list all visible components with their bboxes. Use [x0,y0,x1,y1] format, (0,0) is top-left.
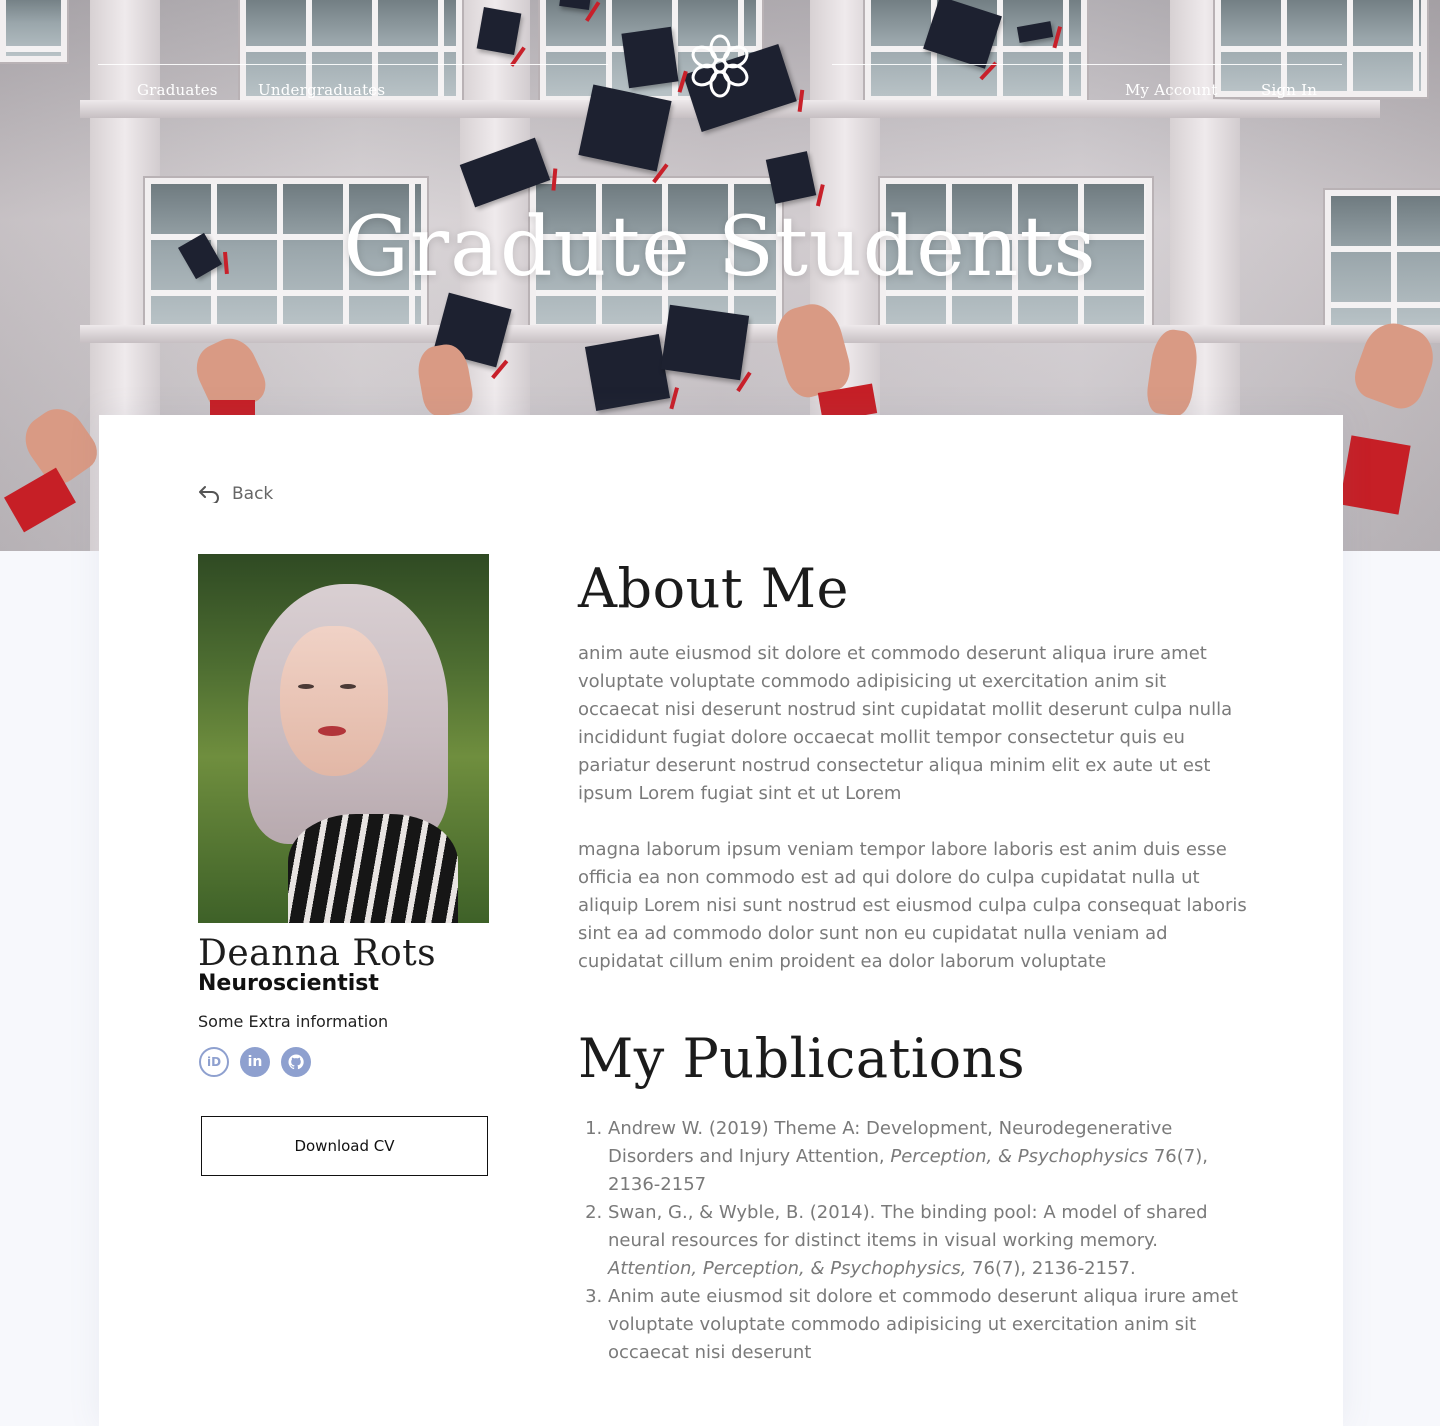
about-paragraph: anim aute eiusmod sit dolore et commodo … [578,643,1233,804]
download-cv-button[interactable]: Download CV [201,1116,488,1176]
graduation-cap [660,304,750,381]
graduation-cap [621,26,679,89]
publication-item: Anim aute eiusmod sit dolore et commodo … [608,1283,1250,1367]
nav-divider-left [98,64,608,65]
hero-title: Gradute Students [343,200,1097,295]
nav-link-my-account[interactable]: My Account [1125,81,1218,99]
back-arrow-icon [199,486,219,503]
profile-role: Neuroscientist [198,971,379,996]
about-paragraph: magna laborum ipsum veniam tempor labore… [578,839,1247,972]
flower-logo-icon[interactable] [686,32,754,100]
graduation-cap [584,333,671,412]
github-icon[interactable] [281,1047,311,1077]
publication-item: Swan, G., & Wyble, B. (2014). The bindin… [608,1199,1250,1283]
social-links: iD in [199,1047,311,1077]
about-title: About Me [578,557,849,620]
publications-title: My Publications [578,1027,1026,1090]
orcid-icon[interactable]: iD [199,1047,229,1077]
nav-link-undergraduates[interactable]: Undergraduates [258,81,385,99]
red-sleeve [1339,435,1411,515]
profile-photo [198,554,489,923]
profile-name: Deanna Rots [198,933,437,974]
graduation-cap [765,151,817,204]
nav-link-sign-in[interactable]: Sign In [1261,81,1317,99]
back-label: Back [232,484,274,504]
nav-divider-right [832,64,1342,65]
graduation-cap [578,84,672,172]
graduation-cap [476,7,522,55]
building-window [0,0,67,62]
profile-extra-info: Some Extra information [198,1012,389,1031]
publication-item: Andrew W. (2019) Theme A: Development, N… [608,1115,1250,1199]
profile-card: Back Deanna Rots Neuroscientist Some Ext… [99,415,1343,1426]
building-ledge [80,325,1440,343]
linkedin-icon[interactable]: in [240,1047,270,1077]
building-window [1215,0,1427,97]
back-button[interactable]: Back [198,484,273,504]
nav-link-graduates[interactable]: Graduates [137,81,218,99]
publications-list: Andrew W. (2019) Theme A: Development, N… [578,1115,1250,1367]
